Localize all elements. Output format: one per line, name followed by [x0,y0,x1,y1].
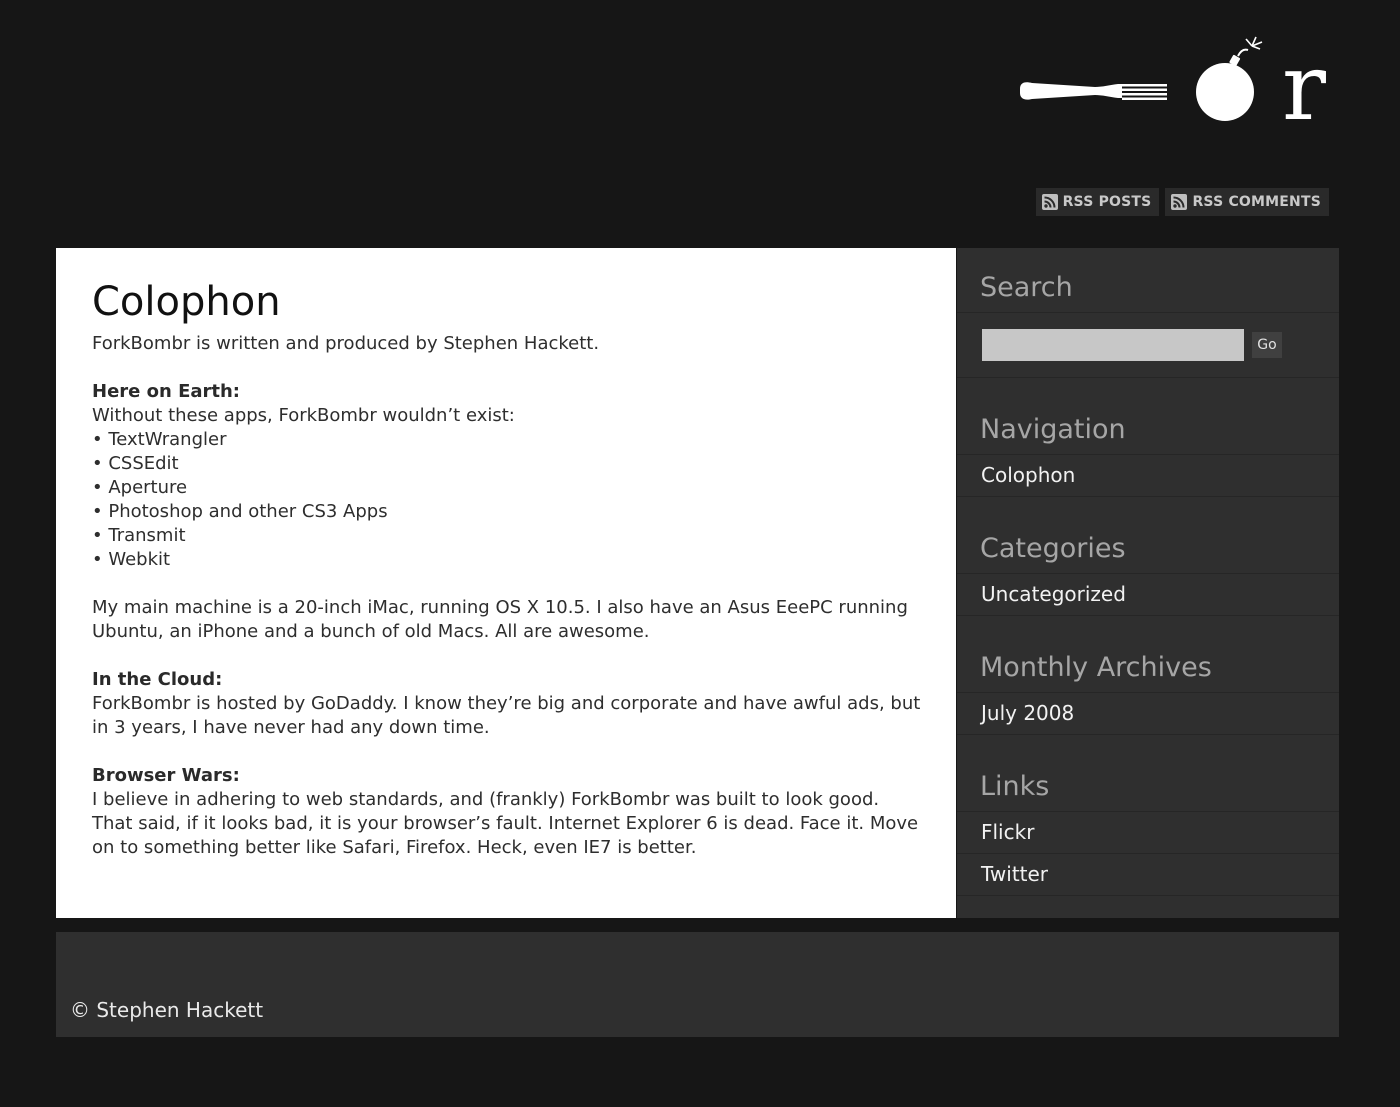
browser-heading: Browser Wars: [92,765,240,786]
navigation-widget-title: Navigation [957,390,1339,455]
footer: © Stephen Hackett [56,932,1339,1037]
browser-text: I believe in adhering to web standards, … [92,789,919,858]
earth-section: Here on Earth: Without these apps, ForkB… [92,380,922,572]
copyright-text: © Stephen Hackett [70,998,264,1022]
cloud-text: ForkBombr is hosted by GoDaddy. I know t… [92,693,921,738]
earth-lead: Without these apps, ForkBombr wouldn’t e… [92,405,515,426]
widget-spacer [957,616,1339,628]
link-twitter[interactable]: Twitter [957,854,1339,896]
intro-text: ForkBombr is written and produced by Ste… [92,333,600,354]
page-title: Colophon [92,279,281,325]
link-flickr[interactable]: Flickr [957,812,1339,854]
app-list-item: • TextWrangler [92,429,227,450]
rss-posts-button[interactable]: RSS POSTS [1035,188,1160,216]
categories-widget-title: Categories [957,509,1339,574]
nav-link-colophon[interactable]: Colophon [957,455,1339,497]
widget-spacer [957,735,1339,747]
app-list-item: • Photoshop and other CS3 Apps [92,501,388,522]
rss-posts-label: RSS POSTS [1062,194,1152,210]
rss-icon [1041,194,1058,210]
app-list-item: • Transmit [92,525,186,546]
search-input[interactable] [982,329,1244,361]
app-list-item: • CSSEdit [92,453,179,474]
widget-spacer [957,497,1339,509]
svg-text:r: r [1282,34,1326,130]
app-list-item: • Aperture [92,477,188,498]
browser-section: Browser Wars: I believe in adhering to w… [92,764,922,860]
fork-bomb-r-logo-icon: r [1020,34,1326,141]
sidebar: Search Go Navigation Colophon Categories… [957,248,1339,918]
cloud-heading: In the Cloud: [92,669,223,690]
site-logo[interactable]: r [1010,30,1350,141]
links-widget-title: Links [957,747,1339,812]
search-go-button[interactable]: Go [1252,332,1282,358]
machine-text: My main machine is a 20-inch iMac, runni… [92,597,908,642]
rss-icon [1171,194,1188,210]
rss-comments-label: RSS COMMENTS [1192,194,1321,210]
category-link-uncategorized[interactable]: Uncategorized [957,574,1339,616]
app-list-item: • Webkit [92,549,171,570]
rss-links: RSS POSTS RSS COMMENTS [1035,188,1329,216]
search-form: Go [957,313,1339,378]
cloud-section: In the Cloud: ForkBombr is hosted by GoD… [92,668,922,740]
search-widget-title: Search [957,248,1339,313]
widget-spacer [957,378,1339,390]
earth-heading: Here on Earth: [92,381,241,402]
main-content: Colophon ForkBombr is written and produc… [56,248,956,918]
archives-widget-title: Monthly Archives [957,628,1339,693]
rss-comments-button[interactable]: RSS COMMENTS [1165,188,1329,216]
archive-link-july-2008[interactable]: July 2008 [957,693,1339,735]
